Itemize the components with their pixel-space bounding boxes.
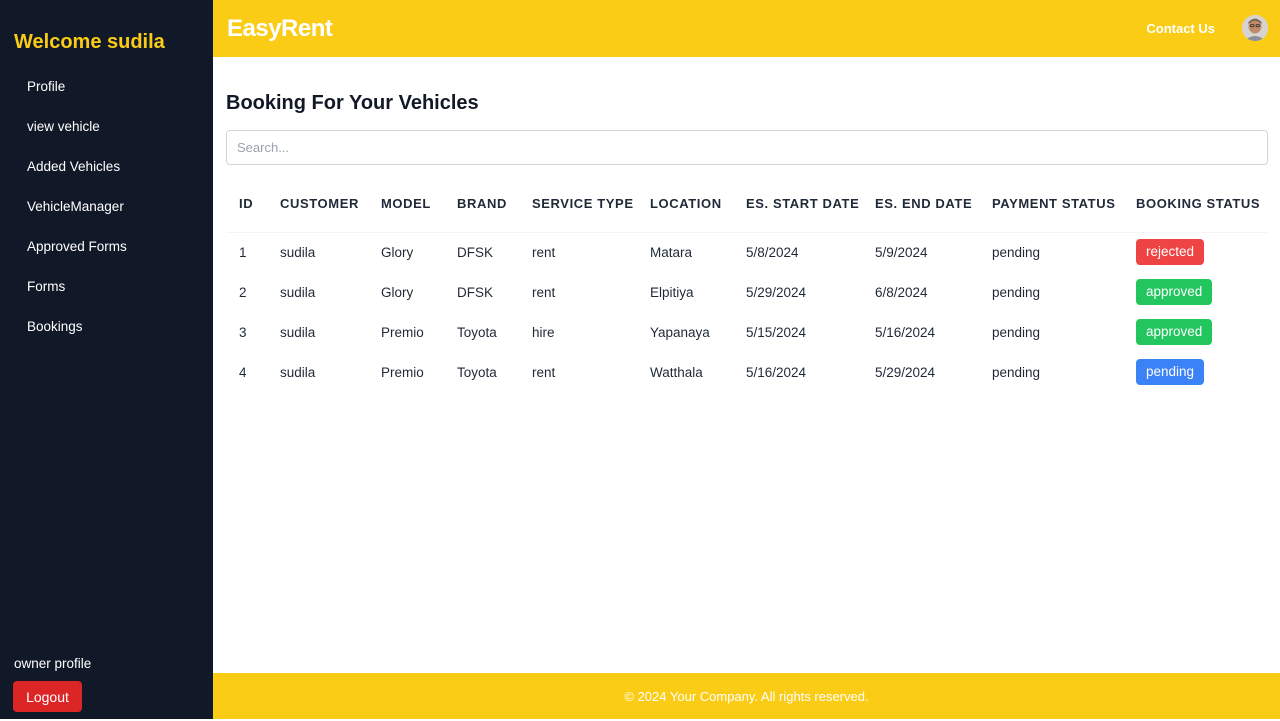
cell-payment-status: pending: [992, 324, 1041, 340]
column-header-booking-status: BOOKING STATUS: [1123, 177, 1268, 233]
booking-status-badge[interactable]: approved: [1136, 279, 1213, 305]
footer-copyright: © 2024 Your Company. All rights reserved…: [624, 689, 869, 704]
cell-service-type: rent: [532, 284, 556, 300]
table-row: 2 sudila Glory DFSK rent Elpitiya 5/29/2…: [226, 272, 1268, 312]
footer: © 2024 Your Company. All rights reserved…: [213, 673, 1280, 719]
cell-id: 2: [239, 284, 247, 300]
bookings-table: ID CUSTOMER MODEL BRAND SERVICE TYPE LOC…: [226, 177, 1268, 392]
cell-model: Glory: [381, 284, 414, 300]
table-row: 1 sudila Glory DFSK rent Matara 5/8/2024…: [226, 232, 1268, 272]
sidebar-item-added-vehicles[interactable]: Added Vehicles: [27, 158, 127, 198]
cell-customer: sudila: [280, 364, 316, 380]
cell-model: Premio: [381, 324, 424, 340]
owner-profile-label: owner profile: [14, 656, 92, 671]
column-header-customer: CUSTOMER: [267, 177, 368, 233]
cell-id: 4: [239, 364, 247, 380]
column-header-service-type: SERVICE TYPE: [519, 177, 637, 233]
cell-model: Premio: [381, 364, 424, 380]
cell-payment-status: pending: [992, 244, 1041, 260]
column-header-payment-status: PAYMENT STATUS: [979, 177, 1123, 233]
user-avatar-icon[interactable]: [1242, 15, 1268, 41]
column-header-id: ID: [226, 177, 267, 233]
logout-button[interactable]: Logout: [13, 681, 82, 712]
cell-payment-status: pending: [992, 284, 1041, 300]
cell-service-type: rent: [532, 364, 556, 380]
sidebar-nav: Profile view vehicle Added Vehicles Vehi…: [27, 78, 127, 358]
table-row: 4 sudila Premio Toyota rent Watthala 5/1…: [226, 352, 1268, 392]
cell-location: Watthala: [650, 364, 703, 380]
top-bar: EasyRent Contact Us: [213, 0, 1280, 57]
cell-customer: sudila: [280, 324, 316, 340]
cell-location: Matara: [650, 244, 693, 260]
cell-start-date: 5/8/2024: [746, 244, 799, 260]
cell-end-date: 6/8/2024: [875, 284, 928, 300]
cell-brand: Toyota: [457, 364, 497, 380]
column-header-model: MODEL: [368, 177, 444, 233]
cell-booking-status: pending: [1123, 352, 1268, 392]
sidebar-item-vehicle-manager[interactable]: VehicleManager: [27, 198, 127, 238]
cell-brand: Toyota: [457, 324, 497, 340]
cell-brand: DFSK: [457, 284, 494, 300]
cell-start-date: 5/16/2024: [746, 364, 807, 380]
cell-id: 3: [239, 324, 247, 340]
column-header-location: LOCATION: [637, 177, 733, 233]
cell-booking-status: approved: [1123, 312, 1268, 352]
cell-location: Yapanaya: [650, 324, 710, 340]
search-input[interactable]: [226, 130, 1268, 165]
cell-end-date: 5/16/2024: [875, 324, 936, 340]
table-row: 3 sudila Premio Toyota hire Yapanaya 5/1…: [226, 312, 1268, 352]
column-header-end-date: ES. END DATE: [862, 177, 979, 233]
cell-brand: DFSK: [457, 244, 494, 260]
cell-service-type: hire: [532, 324, 555, 340]
sidebar-item-approved-forms[interactable]: Approved Forms: [27, 238, 127, 278]
sidebar-item-bookings[interactable]: Bookings: [27, 318, 127, 358]
cell-customer: sudila: [280, 284, 316, 300]
cell-id: 1: [239, 244, 247, 260]
cell-end-date: 5/9/2024: [875, 244, 928, 260]
sidebar: Welcome sudila Profile view vehicle Adde…: [0, 0, 213, 719]
cell-end-date: 5/29/2024: [875, 364, 936, 380]
cell-customer: sudila: [280, 244, 316, 260]
column-header-start-date: ES. START DATE: [733, 177, 862, 233]
booking-status-badge[interactable]: pending: [1136, 359, 1205, 385]
welcome-heading: Welcome sudila: [14, 31, 165, 53]
sidebar-item-profile[interactable]: Profile: [27, 78, 127, 118]
contact-us-link[interactable]: Contact Us: [1146, 21, 1215, 36]
sidebar-item-view-vehicle[interactable]: view vehicle: [27, 118, 127, 158]
booking-status-badge[interactable]: rejected: [1136, 239, 1205, 266]
page-title: Booking For Your Vehicles: [226, 92, 479, 114]
brand-logo[interactable]: EasyRent: [227, 15, 333, 43]
cell-model: Glory: [381, 244, 414, 260]
cell-location: Elpitiya: [650, 284, 694, 300]
cell-service-type: rent: [532, 244, 556, 260]
table-header-row: ID CUSTOMER MODEL BRAND SERVICE TYPE LOC…: [226, 177, 1268, 233]
cell-booking-status: rejected: [1123, 232, 1268, 272]
cell-payment-status: pending: [992, 364, 1041, 380]
column-header-brand: BRAND: [444, 177, 519, 233]
cell-booking-status: approved: [1123, 272, 1268, 312]
sidebar-item-forms[interactable]: Forms: [27, 278, 127, 318]
booking-status-badge[interactable]: approved: [1136, 319, 1213, 345]
cell-start-date: 5/29/2024: [746, 284, 807, 300]
cell-start-date: 5/15/2024: [746, 324, 807, 340]
